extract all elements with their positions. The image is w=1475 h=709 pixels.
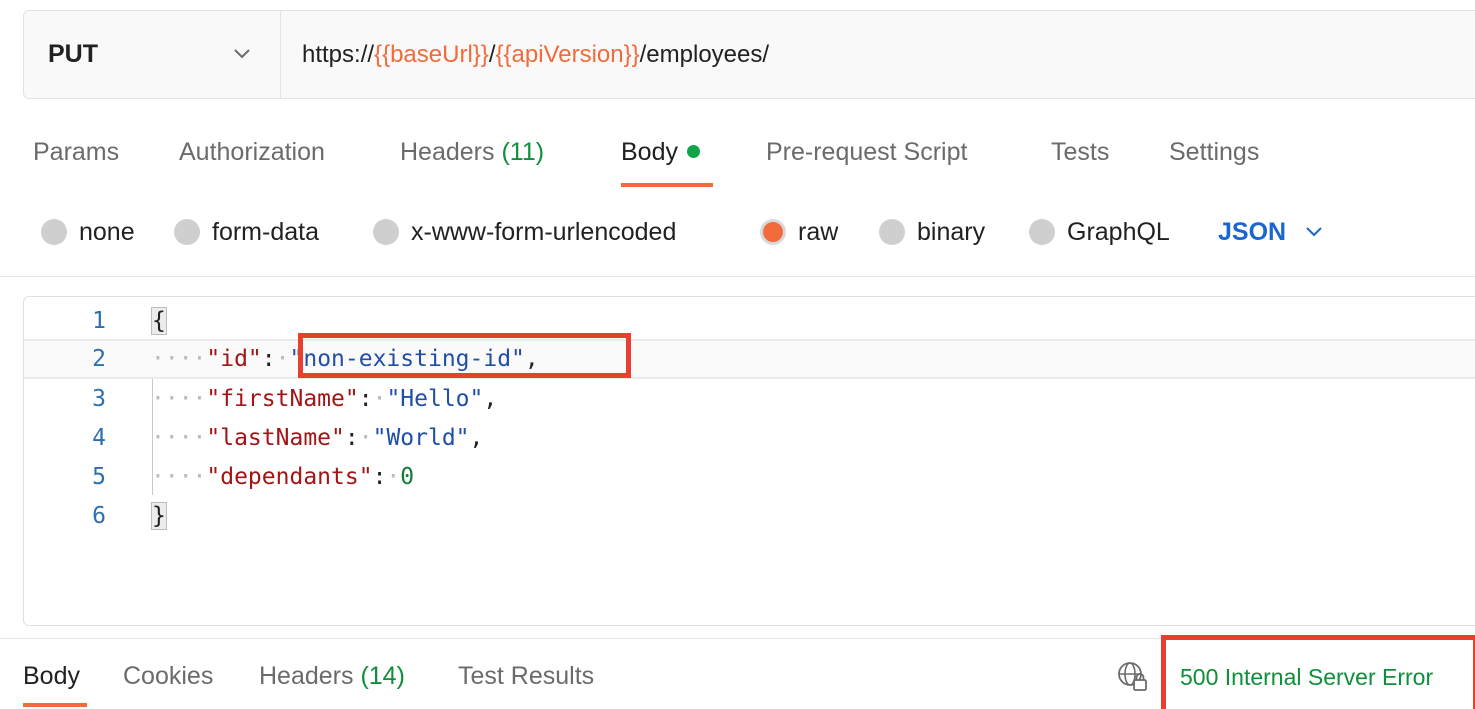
json-comma: , — [469, 425, 484, 451]
editor-line: 5 ····"dependants":·0 — [24, 457, 1475, 497]
radio-label: x-www-form-urlencoded — [411, 217, 677, 246]
response-tab-test-results[interactable]: Test Results — [458, 658, 594, 694]
divider — [0, 276, 1475, 277]
active-tab-underline — [621, 183, 713, 187]
tab-label: Cookies — [123, 662, 214, 690]
url-scheme: https:// — [302, 40, 375, 68]
radio-circle-icon — [41, 219, 67, 245]
tab-label: Body — [23, 662, 80, 690]
editor-line: 4 ····"lastName":·"World", — [24, 418, 1475, 458]
line-number: 2 — [92, 346, 106, 372]
tab-body[interactable]: Body — [621, 134, 700, 170]
line-code: ····"lastName":·"World", — [151, 425, 484, 451]
editor-line: 1 { — [24, 301, 1475, 341]
line-code: ····"dependants":·0 — [151, 464, 415, 490]
radio-label: raw — [798, 217, 839, 246]
tab-headers[interactable]: Headers (11) — [400, 134, 544, 170]
radio-raw[interactable]: raw — [760, 212, 838, 252]
radio-label: none — [79, 217, 135, 246]
line-number: 4 — [92, 425, 106, 451]
tab-label: Params — [33, 138, 120, 166]
response-tab-cookies[interactable]: Cookies — [123, 658, 213, 694]
line-number: 1 — [92, 308, 106, 334]
chevron-down-icon — [234, 49, 250, 59]
line-number: 5 — [92, 464, 106, 490]
close-brace: } — [151, 502, 167, 530]
request-url-bar: PUT https://{{baseUrl}} / {{apiVersion}}/e… — [23, 10, 1475, 99]
url-variable-base-url: {{baseUrl}} — [374, 40, 489, 68]
tab-tests[interactable]: Tests — [1051, 134, 1109, 170]
tab-label: Tests — [1051, 138, 1110, 166]
headers-count: (11) — [501, 138, 545, 166]
json-comma: , — [483, 386, 498, 412]
url-path: /employees/ — [639, 40, 770, 68]
json-string-value: "Hello" — [386, 386, 484, 412]
json-key: "lastName" — [206, 425, 345, 451]
radio-binary[interactable]: binary — [879, 212, 985, 252]
line-code: ····"firstName":·"Hello", — [151, 386, 498, 412]
body-format-label: JSON — [1218, 217, 1287, 246]
tab-label: Pre-request Script — [766, 138, 968, 166]
line-number: 6 — [92, 503, 106, 529]
radio-x-www-form-urlencoded[interactable]: x-www-form-urlencoded — [373, 212, 676, 252]
tab-label: Settings — [1169, 138, 1260, 166]
tab-label: Headers — [400, 138, 495, 166]
radio-circle-icon — [1029, 219, 1055, 245]
response-tab-headers[interactable]: Headers (14) — [259, 658, 405, 694]
active-response-tab-underline — [23, 703, 87, 707]
open-brace: { — [151, 307, 167, 335]
json-key: "id" — [206, 346, 262, 372]
globe-lock-icon[interactable] — [1117, 661, 1149, 693]
tab-authorization[interactable]: Authorization — [179, 134, 325, 170]
radio-selected-icon — [760, 219, 786, 245]
tab-label: Body — [621, 138, 678, 166]
radio-circle-icon — [879, 219, 905, 245]
url-separator: / — [488, 40, 496, 68]
tab-pre-request-script[interactable]: Pre-request Script — [766, 134, 967, 170]
body-format-dropdown[interactable]: JSON — [1218, 212, 1322, 252]
body-code-editor[interactable]: 1 { 2 ····"id":·"non-existing-id", 3 ···… — [23, 296, 1475, 626]
editor-line: 3 ····"firstName":·"Hello", — [24, 379, 1475, 419]
url-input[interactable]: https://{{baseUrl}} / {{apiVersion}}/emplo… — [281, 11, 769, 98]
line-code: { — [151, 301, 167, 341]
annotation-highlight-status — [1161, 635, 1475, 709]
tab-label: Authorization — [179, 138, 325, 166]
json-key: "firstName" — [206, 386, 359, 412]
editor-line: 6 } — [24, 496, 1475, 536]
tab-label: Headers — [259, 662, 354, 690]
tab-settings[interactable]: Settings — [1169, 134, 1259, 170]
json-string-value: "World" — [372, 425, 470, 451]
line-number: 3 — [92, 386, 106, 412]
radio-label: form-data — [212, 217, 319, 246]
url-variable-api-version: {{apiVersion}} — [495, 40, 640, 68]
tab-params[interactable]: Params — [33, 134, 119, 170]
json-number-value: 0 — [400, 464, 415, 490]
radio-graphql[interactable]: GraphQL — [1029, 212, 1170, 252]
tab-label: Test Results — [458, 662, 595, 690]
line-code: } — [151, 496, 167, 536]
radio-circle-icon — [174, 219, 200, 245]
radio-circle-icon — [373, 219, 399, 245]
radio-label: GraphQL — [1067, 217, 1170, 246]
method-label: PUT — [48, 40, 98, 68]
radio-form-data[interactable]: form-data — [174, 212, 319, 252]
method-selector[interactable]: PUT — [24, 11, 281, 98]
radio-label: binary — [917, 217, 986, 246]
body-type-selector: none form-data x-www-form-urlencoded raw… — [0, 212, 1475, 252]
response-headers-count: (14) — [360, 662, 405, 690]
json-key: "dependants" — [206, 464, 373, 490]
radio-none[interactable]: none — [41, 212, 135, 252]
body-modified-dot-icon — [686, 145, 700, 158]
chevron-down-icon — [1306, 227, 1322, 237]
annotation-highlight-id-value — [298, 333, 631, 378]
editor-line-current: 2 ····"id":·"non-existing-id", — [24, 339, 1475, 379]
response-tab-body[interactable]: Body — [23, 658, 80, 694]
